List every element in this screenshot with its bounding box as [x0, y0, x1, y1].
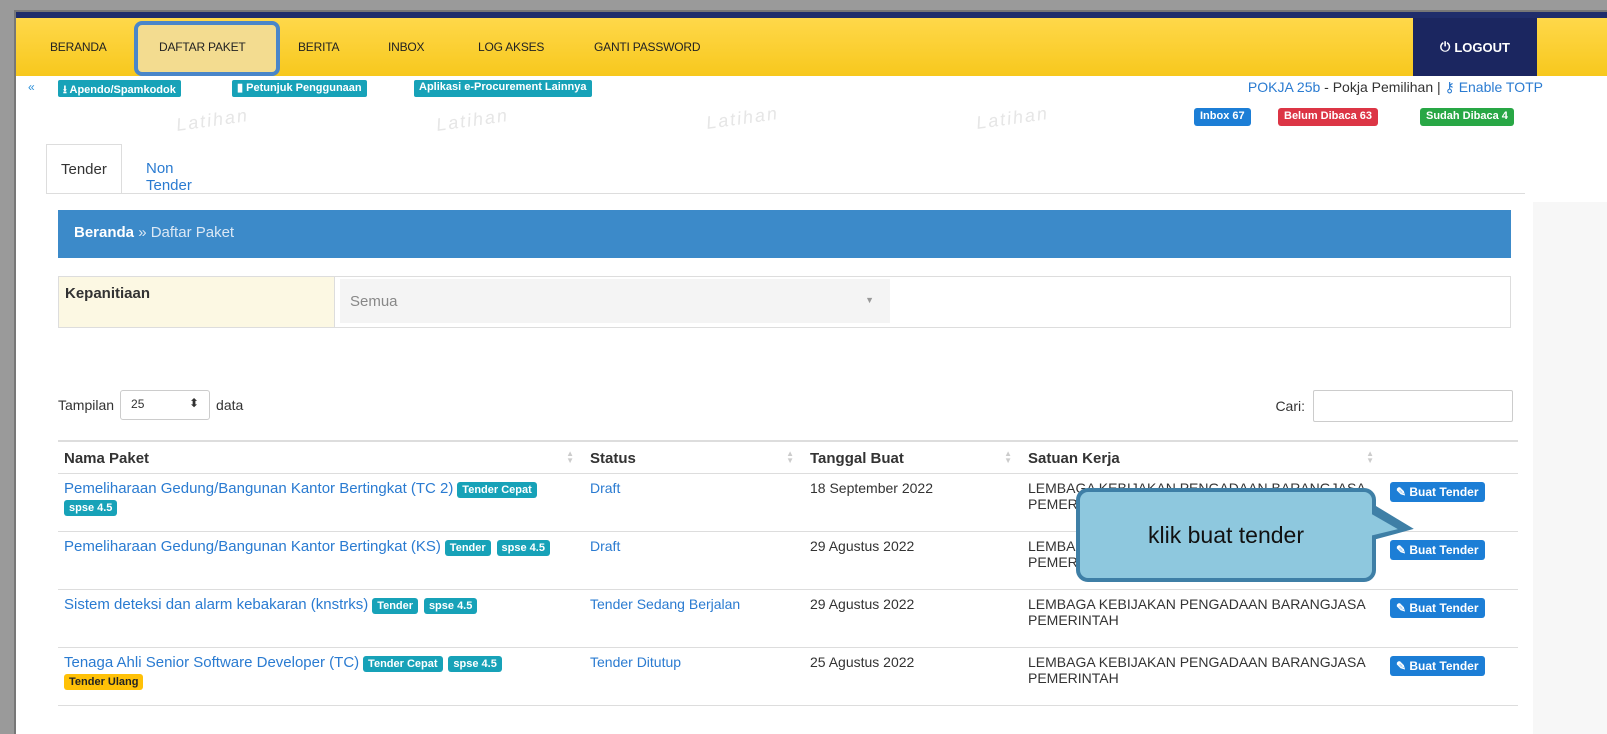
nav-inbox[interactable]: INBOX	[388, 40, 425, 54]
package-satker: LEMBAGA KEBIJAKAN PENGADAAN BARANGJASA P…	[1028, 654, 1365, 686]
package-satker: LEMBAGA KEBIJAKAN PENGADAAN BARANGJASA P…	[1028, 596, 1365, 628]
package-tag: Tender	[444, 540, 491, 556]
package-name-link[interactable]: Tenaga Ahli Senior Software Developer (T…	[64, 654, 359, 671]
tab-non-tender[interactable]: Non Tender	[132, 144, 206, 194]
package-tag: Tender Ulang	[64, 674, 144, 690]
package-name-link[interactable]: Pemeliharaan Gedung/Bangunan Kantor Bert…	[64, 480, 453, 497]
package-name-link[interactable]: Sistem deteksi dan alarm kebakaran (knst…	[64, 596, 368, 613]
table-search: Cari:	[1275, 390, 1513, 422]
power-icon: ⏻	[1440, 39, 1451, 54]
package-status-link[interactable]: Tender Sedang Berjalan	[590, 596, 740, 612]
petunjuk-button[interactable]: ▮ Petunjuk Penggunaan	[232, 80, 367, 97]
edit-icon: ✎	[1396, 601, 1410, 615]
watermark: Latihan	[434, 105, 511, 135]
book-icon: ▮	[237, 82, 247, 94]
package-date: 25 Agustus 2022	[810, 654, 915, 670]
buat-tender-button[interactable]: ✎ Buat Tender	[1390, 656, 1485, 676]
col-satuan-kerja[interactable]: Satuan Kerja ▲ ▼	[1022, 440, 1384, 474]
package-tag: Tender	[372, 598, 419, 614]
key-icon: ⚷	[1444, 79, 1459, 95]
unread-count-badge[interactable]: Belum Dibaca 63	[1278, 108, 1379, 126]
package-status-link[interactable]: Draft	[590, 538, 620, 554]
kepanitiaan-select[interactable]: Semua ▼	[340, 279, 890, 323]
col-action	[1384, 440, 1518, 474]
caret-down-icon: ▼	[865, 295, 874, 305]
page-length-select[interactable]: 25 ⬍	[120, 390, 211, 420]
inbox-count-badge[interactable]: Inbox 67	[1194, 108, 1251, 126]
nav-ganti-password[interactable]: GANTI PASSWORD	[594, 40, 701, 54]
sort-icon: ▲ ▼	[1004, 449, 1012, 465]
sort-icon: ▲ ▼	[566, 449, 574, 465]
callout-pointer-fill	[1366, 513, 1400, 541]
col-tanggal-buat[interactable]: Tanggal Buat ▲ ▼	[804, 440, 1022, 474]
watermark: Latihan	[974, 103, 1051, 133]
edit-icon: ✎	[1396, 485, 1410, 499]
package-date: 29 Agustus 2022	[810, 596, 915, 612]
sub-toolbar: « ⭳ Apendo/Spamkodok ▮ Petunjuk Pengguna…	[16, 76, 1607, 100]
filter-label: Kepanitiaan	[59, 277, 335, 327]
package-date: 18 September 2022	[810, 480, 933, 496]
edit-icon: ✎	[1396, 659, 1410, 673]
table-row: Tenaga Ahli Senior Software Developer (T…	[58, 647, 1518, 706]
nav-log-akses[interactable]: LOG AKSES	[478, 40, 544, 54]
sort-arrows-icon: ⬍	[188, 396, 200, 410]
package-status-link[interactable]: Draft	[590, 480, 620, 496]
chevron-up-icon[interactable]: «	[28, 80, 35, 94]
top-navbar: BERANDA DAFTAR PAKET BERITA INBOX LOG AK…	[16, 18, 1607, 76]
search-input[interactable]	[1313, 390, 1513, 422]
instruction-callout: klik buat tender	[1076, 488, 1376, 582]
col-nama-paket[interactable]: Nama Paket ▲ ▼	[58, 440, 584, 474]
package-tag: spse 4.5	[423, 598, 478, 614]
main-panel: Beranda » Daftar Paket Kepanitiaan Semua…	[46, 193, 1525, 734]
watermark: Latihan	[704, 103, 781, 133]
package-tag: Tender Cepat	[457, 482, 537, 498]
page-length-control: Tampilan 25 ⬍ data	[58, 390, 243, 420]
watermark: Latihan	[174, 105, 251, 135]
user-desc: - Pokja Pemilihan |	[1320, 79, 1445, 95]
package-status-link[interactable]: Tender Ditutup	[590, 654, 681, 670]
package-date: 29 Agustus 2022	[810, 538, 915, 554]
tab-tender[interactable]: Tender	[46, 144, 122, 194]
right-margin	[1533, 202, 1607, 734]
nav-berita[interactable]: BERITA	[298, 40, 339, 54]
breadcrumb: Beranda » Daftar Paket	[58, 210, 1511, 258]
sort-icon: ▲ ▼	[1366, 449, 1374, 465]
read-count-badge[interactable]: Sudah Dibaca 4	[1420, 108, 1514, 126]
table-row: Sistem deteksi dan alarm kebakaran (knst…	[58, 589, 1518, 648]
package-tag: Tender Cepat	[363, 656, 443, 672]
browser-frame: BERANDA DAFTAR PAKET BERITA INBOX LOG AK…	[14, 10, 1607, 734]
nav-daftar-paket[interactable]: DAFTAR PAKET	[159, 40, 246, 54]
breadcrumb-home[interactable]: Beranda	[74, 224, 134, 241]
sort-icon: ▲ ▼	[786, 449, 794, 465]
buat-tender-button[interactable]: ✎ Buat Tender	[1390, 482, 1485, 502]
breadcrumb-current: Daftar Paket	[150, 224, 235, 241]
logout-button[interactable]: ⏻ LOGOUT	[1413, 18, 1537, 76]
kepanitiaan-filter: Kepanitiaan Semua ▼	[58, 276, 1511, 328]
nav-beranda[interactable]: BERANDA	[50, 40, 107, 54]
buat-tender-button[interactable]: ✎ Buat Tender	[1390, 598, 1485, 618]
aplikasi-lainnya-button[interactable]: Aplikasi e-Procurement Lainnya	[414, 80, 592, 97]
col-status[interactable]: Status ▲ ▼	[584, 440, 804, 474]
package-name-link[interactable]: Pemeliharaan Gedung/Bangunan Kantor Bert…	[64, 538, 441, 555]
user-role[interactable]: POKJA 25b	[1248, 79, 1320, 95]
package-tag: spse 4.5	[64, 500, 118, 516]
enable-totp-link[interactable]: Enable TOTP	[1459, 79, 1543, 95]
user-info: POKJA 25b - Pokja Pemilihan | ⚷ Enable T…	[1248, 79, 1543, 96]
apendo-button[interactable]: ⭳ Apendo/Spamkodok	[58, 80, 181, 97]
package-tag: spse 4.5	[448, 656, 502, 672]
package-tag: spse 4.5	[496, 540, 550, 556]
